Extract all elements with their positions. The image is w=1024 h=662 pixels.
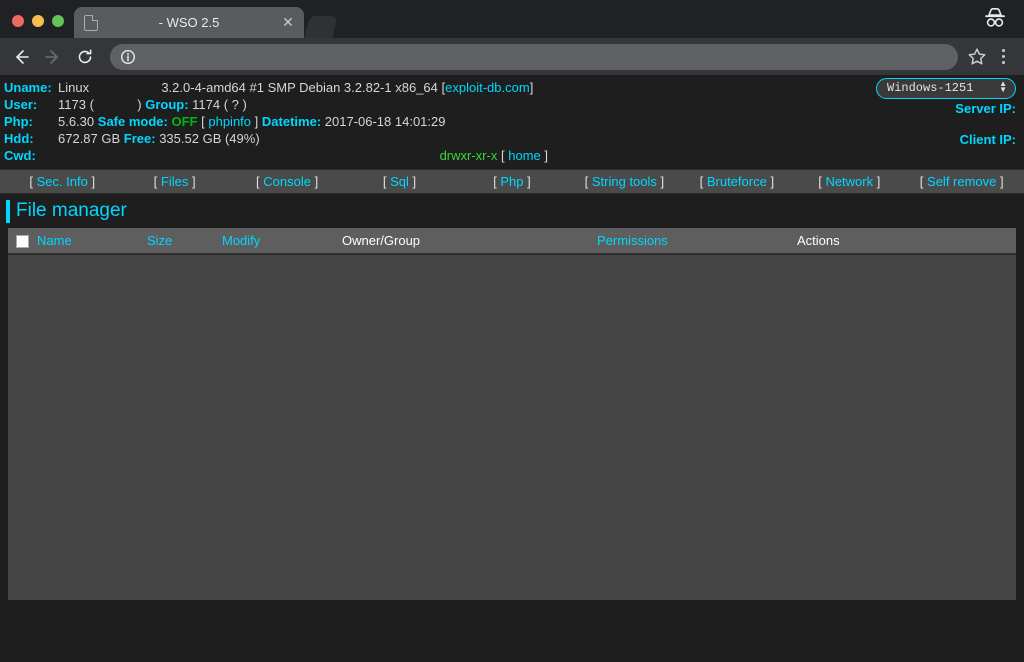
incognito-icon: [980, 6, 1010, 32]
cwd-row: Cwd: drwxr-xr-x [ home ]: [0, 148, 548, 165]
close-window-button[interactable]: [12, 15, 24, 27]
hdd-label: Hdd:: [4, 131, 34, 146]
new-tab-button[interactable]: [304, 16, 338, 38]
forward-arrow-icon[interactable]: [38, 42, 68, 72]
menu-item-sql[interactable]: [ Sql ]: [343, 174, 455, 189]
uname-label: Uname:: [4, 80, 52, 95]
menu-label: Self remove: [927, 174, 997, 189]
star-icon[interactable]: [966, 46, 988, 68]
menu-label: Console: [263, 174, 311, 189]
maximize-window-button[interactable]: [52, 15, 64, 27]
uname-hostname: [89, 80, 161, 95]
menu-label: Php: [500, 174, 524, 189]
browser-chrome: - WSO 2.5 ✕: [0, 0, 1024, 75]
menu-item-self-remove[interactable]: [ Self remove ]: [906, 174, 1018, 189]
column-header-size[interactable]: Size: [143, 228, 218, 256]
menu-item-string-tools[interactable]: [ String tools ]: [568, 174, 680, 189]
uname-os: Linux: [58, 80, 90, 95]
charset-select[interactable]: Windows-1251: [876, 78, 1016, 99]
menu-label: Files: [160, 174, 189, 189]
cwd-permissions: drwxr-xr-x: [439, 148, 498, 163]
menu-label: Bruteforce: [706, 174, 767, 189]
datetime-label: Datetime:: [261, 114, 322, 129]
wso-page: Uname: Linux 3.2.0-4-amd64 #1 SMP Debian…: [0, 75, 1024, 662]
safe-mode-value: OFF: [171, 114, 198, 129]
tab-strip: - WSO 2.5 ✕: [0, 0, 1024, 38]
group-value: 1174 ( ? ): [192, 97, 247, 112]
php-version: 5.6.30: [58, 114, 95, 129]
info-circle-icon[interactable]: [120, 49, 136, 65]
menu-item-php[interactable]: [ Php ]: [456, 174, 568, 189]
server-ip-label: Server IP:: [955, 101, 1016, 116]
group-label: Group:: [145, 97, 189, 112]
page-title: File manager: [0, 194, 1024, 228]
user-row: User: 1173 ( ) Group: 1174 ( ? ): [0, 97, 548, 114]
close-icon[interactable]: ✕: [280, 14, 296, 31]
uname-value: Linux 3.2.0-4-amd64 #1 SMP Debian 3.2.82…: [58, 80, 548, 97]
select-all-checkbox[interactable]: [16, 235, 29, 249]
safe-mode-label: Safe mode:: [97, 114, 168, 129]
php-label: Php:: [4, 114, 33, 129]
reload-icon[interactable]: [70, 42, 100, 72]
window-controls: [0, 15, 74, 38]
home-link[interactable]: home: [508, 148, 541, 163]
free-label: Free:: [123, 131, 156, 146]
cwd-value: drwxr-xr-x [ home ]: [58, 148, 548, 165]
menu-label: Sql: [390, 174, 409, 189]
php-value: 5.6.30 Safe mode: OFF [ phpinfo ] Dateti…: [58, 114, 548, 131]
column-header-permissions[interactable]: Permissions: [593, 228, 793, 256]
three-dot-menu-icon[interactable]: [990, 42, 1016, 72]
menu-label: Network: [825, 174, 874, 189]
exploit-db-link[interactable]: exploit-db.com: [445, 80, 530, 95]
uname-kernel: 3.2.0-4-amd64 #1 SMP Debian 3.2.82-1 x86…: [161, 80, 438, 95]
menu-item-console[interactable]: [ Console ]: [231, 174, 343, 189]
browser-tab[interactable]: - WSO 2.5 ✕: [74, 7, 304, 38]
home-bracket-close: ]: [544, 148, 548, 163]
menu-item-network[interactable]: [ Network ]: [793, 174, 905, 189]
uname-row: Uname: Linux 3.2.0-4-amd64 #1 SMP Debian…: [0, 80, 548, 97]
minimize-window-button[interactable]: [32, 15, 44, 27]
menu-item-bruteforce[interactable]: [ Bruteforce ]: [681, 174, 793, 189]
address-bar[interactable]: [110, 43, 958, 70]
menu-label: String tools: [591, 174, 657, 189]
hdd-total: 672.87 GB: [58, 131, 121, 146]
menu-item-files[interactable]: [ Files ]: [118, 174, 230, 189]
user-name: [94, 97, 137, 112]
user-label: User:: [4, 97, 38, 112]
menu-label: Sec. Info: [36, 174, 88, 189]
select-all-header: [8, 228, 33, 256]
main-menu: [ Sec. Info ] [ Files ] [ Console ] [ Sq…: [0, 169, 1024, 194]
phpinfo-link[interactable]: phpinfo: [208, 114, 251, 129]
document-icon: [84, 14, 98, 31]
client-ip-label: Client IP:: [959, 132, 1016, 147]
back-arrow-icon[interactable]: [6, 42, 36, 72]
table-header-row: Name Size Modify Owner/Group Permissions…: [8, 228, 1016, 256]
browser-toolbar: [0, 38, 1024, 75]
free-value: 335.52 GB (49%): [159, 131, 260, 146]
file-list-table: Name Size Modify Owner/Group Permissions…: [8, 228, 1016, 256]
datetime-value: 2017-06-18 14:01:29: [324, 114, 446, 129]
column-header-modify[interactable]: Modify: [218, 228, 338, 256]
tab-title: - WSO 2.5: [158, 15, 220, 30]
php-row: Php: 5.6.30 Safe mode: OFF [ phpinfo ] D…: [0, 114, 548, 131]
hdd-row: Hdd: 672.87 GB Free: 335.52 GB (49%): [0, 131, 548, 148]
user-value: 1173 ( ) Group: 1174 ( ? ): [58, 97, 548, 114]
file-manager-panel: Name Size Modify Owner/Group Permissions…: [8, 228, 1016, 600]
server-info-block: Uname: Linux 3.2.0-4-amd64 #1 SMP Debian…: [0, 75, 1024, 169]
exploitdb-bracket-close: ]: [529, 80, 534, 95]
column-header-name[interactable]: Name: [33, 228, 143, 256]
hdd-value: 672.87 GB Free: 335.52 GB (49%): [58, 131, 548, 148]
menu-item-sec-info[interactable]: [ Sec. Info ]: [6, 174, 118, 189]
server-info-table: Uname: Linux 3.2.0-4-amd64 #1 SMP Debian…: [0, 80, 548, 165]
user-uid: 1173 (: [58, 97, 94, 112]
column-header-actions: Actions: [793, 228, 1016, 256]
column-header-owner-group: Owner/Group: [338, 228, 593, 256]
cwd-label: Cwd:: [4, 148, 36, 163]
